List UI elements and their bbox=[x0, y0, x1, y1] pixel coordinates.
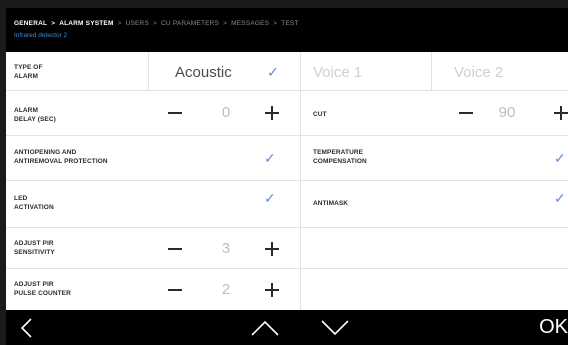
device-subtitle: Infrared detector 2 bbox=[14, 32, 68, 39]
row-type-of-alarm: TYPE OF ALARM Acoustic ✓ Voice 1 Voice 2 bbox=[6, 52, 568, 91]
cut-value: 90 bbox=[498, 104, 516, 121]
settings-panel: TYPE OF ALARM Acoustic ✓ Voice 1 Voice 2… bbox=[6, 52, 568, 310]
scroll-up-button[interactable] bbox=[251, 320, 279, 340]
scroll-down-button[interactable] bbox=[321, 320, 349, 340]
breadcrumb-messages[interactable]: MESSAGES bbox=[231, 20, 269, 27]
back-button[interactable] bbox=[20, 318, 40, 340]
breadcrumb-test[interactable]: TEST bbox=[281, 20, 298, 27]
option-voice-2[interactable]: Voice 2 bbox=[432, 52, 568, 91]
footer-nav: OK bbox=[6, 310, 568, 345]
divider bbox=[300, 269, 301, 310]
pir-sensitivity-value: 3 bbox=[221, 240, 231, 257]
option-voice-2-label: Voice 2 bbox=[454, 64, 504, 81]
alarm-delay-label: ALARM DELAY (SEC) bbox=[14, 107, 56, 124]
chevron-up-icon bbox=[251, 320, 279, 336]
cut-increase-button[interactable] bbox=[554, 106, 568, 120]
breadcrumb-separator: > bbox=[117, 20, 122, 27]
option-acoustic[interactable]: Acoustic ✓ bbox=[149, 52, 300, 91]
divider bbox=[300, 228, 301, 269]
chevron-left-icon bbox=[20, 318, 32, 338]
option-voice-1-label: Voice 1 bbox=[313, 64, 363, 81]
screen: GENERAL > ALARM SYSTEM > USERS > CU PARAMETERS… bbox=[0, 0, 568, 345]
pir-pulse-counter-decrease-button[interactable] bbox=[168, 289, 182, 291]
row-pir-pulse-counter: ADJUST PIR PULSE COUNTER 2 bbox=[6, 269, 568, 310]
alarm-delay-value: 0 bbox=[221, 104, 231, 121]
pir-sensitivity-label: ADJUST PIR SENSITIVITY bbox=[14, 240, 55, 257]
check-icon: ✓ bbox=[267, 64, 279, 80]
divider bbox=[300, 136, 301, 181]
pir-sensitivity-increase-button[interactable] bbox=[265, 242, 279, 256]
antiopening-label: ANTIOPENING AND ANTIREMOVAL PROTECTION bbox=[14, 149, 108, 166]
header: GENERAL > ALARM SYSTEM > USERS > CU PARAMETERS… bbox=[6, 8, 568, 52]
row-alarm-delay-cut: ALARM DELAY (SEC) 0 CUT 90 bbox=[6, 91, 568, 136]
row-antiopening-temperature: ANTIOPENING AND ANTIREMOVAL PROTECTION ✓… bbox=[6, 136, 568, 181]
divider bbox=[300, 91, 301, 136]
temperature-compensation-checkbox[interactable]: ✓ bbox=[554, 150, 566, 167]
pir-sensitivity-decrease-button[interactable] bbox=[168, 248, 182, 250]
option-acoustic-label: Acoustic bbox=[175, 64, 232, 81]
breadcrumb-general[interactable]: GENERAL bbox=[14, 20, 47, 27]
temperature-compensation-label: TEMPERATURE COMPENSATION bbox=[313, 149, 367, 166]
breadcrumb-cu-parameters[interactable]: CU PARAMETERS bbox=[161, 20, 219, 27]
breadcrumb-separator: > bbox=[51, 20, 56, 27]
pir-pulse-counter-label: ADJUST PIR PULSE COUNTER bbox=[14, 281, 71, 298]
row-pir-sensitivity: ADJUST PIR SENSITIVITY 3 bbox=[6, 228, 568, 269]
option-voice-1[interactable]: Voice 1 bbox=[301, 52, 431, 91]
breadcrumb-separator: > bbox=[223, 20, 228, 27]
breadcrumb-users[interactable]: USERS bbox=[126, 20, 149, 27]
antiopening-checkbox[interactable]: ✓ bbox=[264, 150, 276, 167]
cut-decrease-button[interactable] bbox=[459, 112, 473, 114]
breadcrumb-separator: > bbox=[153, 20, 157, 27]
breadcrumb-alarm-system[interactable]: ALARM SYSTEM bbox=[59, 20, 113, 27]
pir-pulse-counter-value: 2 bbox=[221, 281, 231, 298]
row-led-antimask: LED ACTIVATION ✓ ANTIMASK ✓ bbox=[6, 181, 568, 228]
ok-button[interactable]: OK bbox=[539, 316, 568, 339]
type-of-alarm-label: TYPE OF ALARM bbox=[14, 64, 43, 81]
alarm-delay-increase-button[interactable] bbox=[265, 106, 279, 120]
antimask-label: ANTIMASK bbox=[313, 200, 349, 207]
breadcrumb-separator: > bbox=[273, 20, 278, 27]
led-activation-label: LED ACTIVATION bbox=[14, 195, 54, 212]
alarm-delay-decrease-button[interactable] bbox=[168, 112, 182, 114]
pir-pulse-counter-increase-button[interactable] bbox=[265, 283, 279, 297]
chevron-down-icon bbox=[321, 320, 349, 336]
divider bbox=[300, 181, 301, 228]
cut-label: CUT bbox=[313, 111, 327, 118]
antimask-checkbox[interactable]: ✓ bbox=[554, 190, 566, 207]
led-activation-checkbox[interactable]: ✓ bbox=[264, 190, 276, 207]
breadcrumb: GENERAL > ALARM SYSTEM > USERS > CU PARAMETERS… bbox=[14, 20, 299, 27]
